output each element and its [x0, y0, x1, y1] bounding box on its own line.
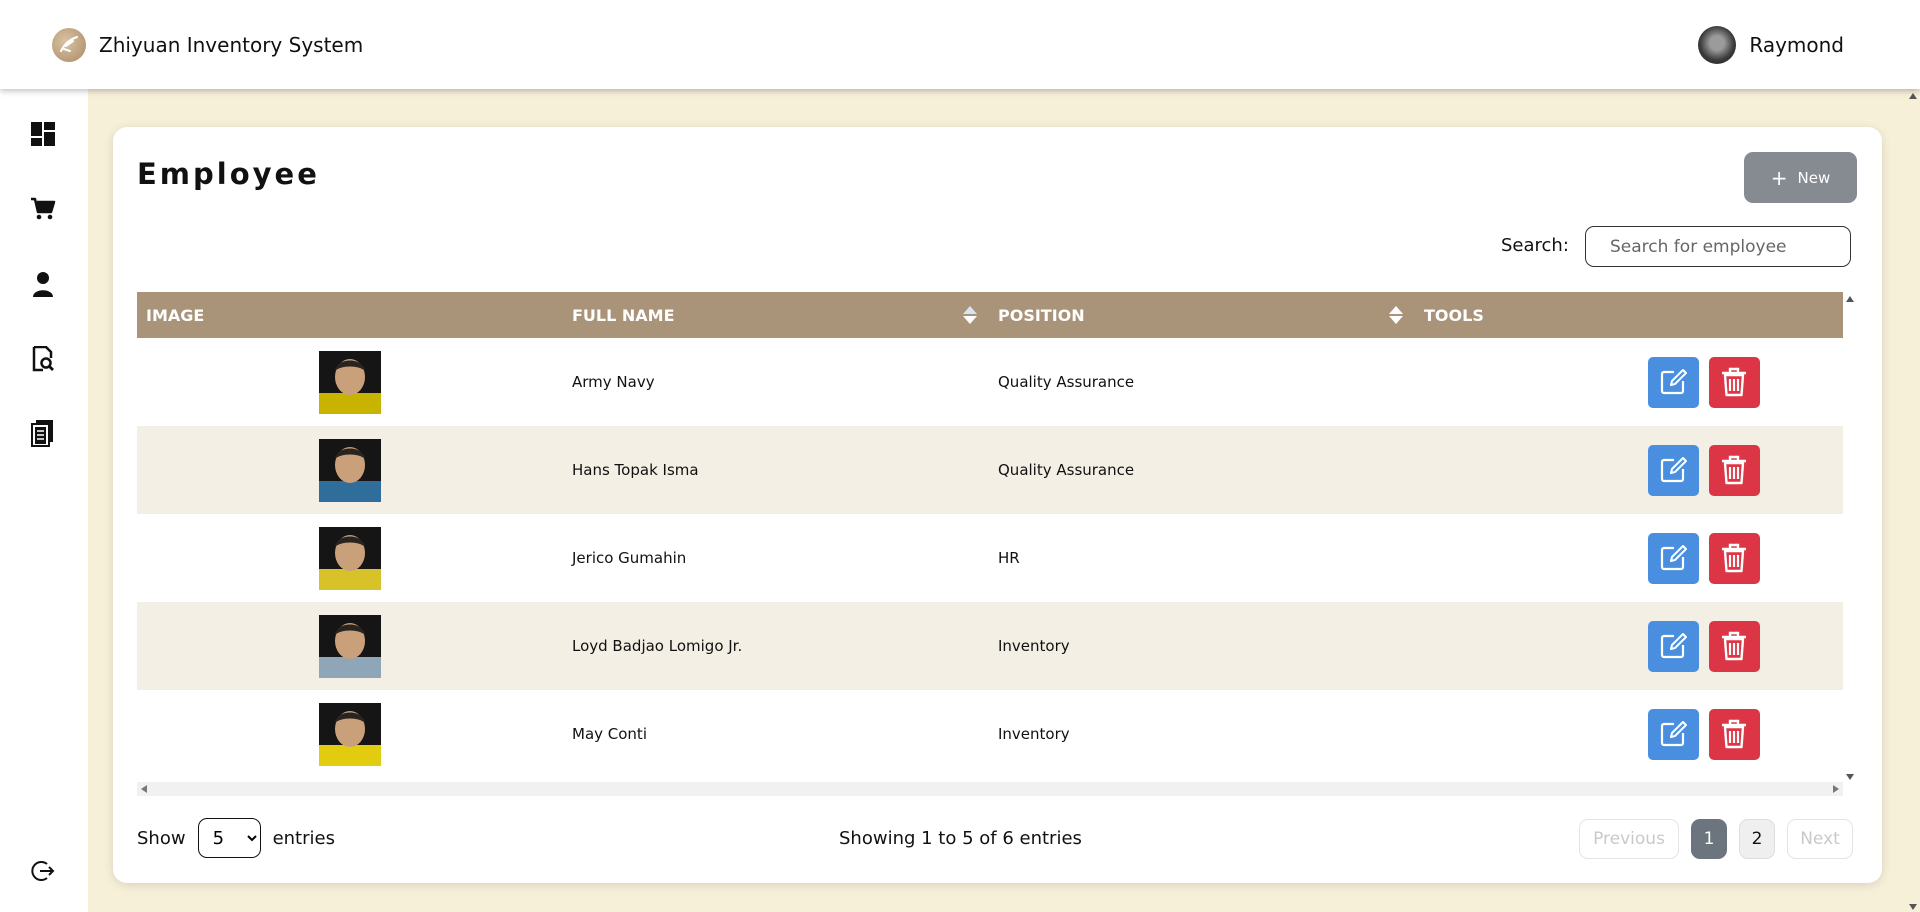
- search-input[interactable]: [1585, 226, 1851, 267]
- full-name-cell: Hans Topak Isma: [572, 461, 699, 479]
- page-scrollbar[interactable]: [1906, 89, 1920, 912]
- employee-card: Employee + New Search: IMAGE FULL NAME P…: [113, 127, 1882, 883]
- table-vertical-scrollbar[interactable]: [1843, 292, 1857, 782]
- employee-photo: [319, 526, 381, 590]
- table-horizontal-scrollbar[interactable]: [137, 782, 1843, 796]
- table-info: Showing 1 to 5 of 6 entries: [839, 828, 1082, 849]
- top-bar: Zhiyuan Inventory System Raymond: [0, 0, 1920, 89]
- delete-button[interactable]: [1708, 356, 1760, 408]
- edit-icon: [1660, 633, 1687, 659]
- avatar: [1698, 26, 1737, 64]
- scroll-up-arrow-icon[interactable]: [1846, 296, 1854, 302]
- documents-icon[interactable]: [29, 419, 57, 447]
- edit-button[interactable]: [1647, 708, 1699, 760]
- brand[interactable]: Zhiyuan Inventory System: [52, 28, 363, 62]
- full-name-cell: Jerico Gumahin: [572, 549, 687, 567]
- next-page-button[interactable]: Next: [1787, 819, 1853, 859]
- trash-icon: [1722, 719, 1746, 749]
- table-row: Jerico Gumahin HR: [137, 514, 1843, 602]
- delete-button[interactable]: [1708, 444, 1760, 496]
- column-header-full-name[interactable]: FULL NAME: [563, 292, 989, 338]
- tools-cell: [1415, 338, 1843, 426]
- scroll-right-arrow-icon[interactable]: [1833, 785, 1839, 793]
- show-label: Show: [137, 827, 186, 849]
- position-cell: HR: [998, 549, 1020, 567]
- cart-icon[interactable]: [29, 195, 57, 223]
- user-menu[interactable]: Raymond: [1698, 26, 1844, 64]
- page-2-button[interactable]: 2: [1739, 819, 1775, 859]
- new-employee-button[interactable]: + New: [1744, 152, 1857, 203]
- employee-table: IMAGE FULL NAME POSITION TOOLS Army Navy…: [137, 292, 1843, 778]
- search-label: Search:: [1501, 235, 1569, 256]
- app-title: Zhiyuan Inventory System: [99, 33, 364, 57]
- scroll-down-arrow-icon[interactable]: [1909, 904, 1917, 910]
- employee-photo: [319, 438, 381, 502]
- new-button-label: New: [1797, 168, 1831, 187]
- user-icon[interactable]: [29, 270, 57, 298]
- tools-cell: [1415, 514, 1843, 602]
- position-cell: Inventory: [998, 725, 1070, 743]
- edit-button[interactable]: [1647, 356, 1699, 408]
- position-cell: Inventory: [998, 637, 1070, 655]
- full-name-cell: May Conti: [572, 725, 647, 743]
- pagination: Previous 1 2 Next: [1579, 819, 1853, 859]
- image-cell: [137, 690, 563, 778]
- plus-icon: +: [1770, 165, 1788, 190]
- trash-icon: [1722, 455, 1746, 485]
- tools-cell: [1415, 690, 1843, 778]
- edit-icon: [1660, 369, 1687, 395]
- column-header-tools: TOOLS: [1424, 305, 1484, 325]
- trash-icon: [1722, 543, 1746, 573]
- entries-select[interactable]: 5: [197, 818, 261, 858]
- tools-cell: [1415, 426, 1843, 514]
- delete-button[interactable]: [1708, 532, 1760, 584]
- trash-icon: [1722, 367, 1746, 397]
- page-1-button[interactable]: 1: [1691, 819, 1727, 859]
- tools-cell: [1415, 602, 1843, 690]
- image-cell: [137, 602, 563, 690]
- full-name-cell: Loyd Badjao Lomigo Jr.: [572, 637, 743, 655]
- edit-icon: [1660, 545, 1687, 571]
- scroll-left-arrow-icon[interactable]: [141, 785, 147, 793]
- report-search-icon[interactable]: [29, 345, 57, 373]
- table-row: Loyd Badjao Lomigo Jr. Inventory: [137, 602, 1843, 690]
- table-row: May Conti Inventory: [137, 690, 1843, 778]
- entries-length-control: Show 5 entries: [137, 818, 335, 858]
- edit-icon: [1660, 721, 1687, 747]
- column-header-position[interactable]: POSITION: [989, 292, 1415, 338]
- previous-page-button[interactable]: Previous: [1579, 819, 1679, 859]
- edit-button[interactable]: [1647, 532, 1699, 584]
- image-cell: [137, 514, 563, 602]
- sort-icon[interactable]: [1389, 306, 1403, 324]
- table-row: Army Navy Quality Assurance: [137, 338, 1843, 426]
- delete-button[interactable]: [1708, 708, 1760, 760]
- employee-table-container: IMAGE FULL NAME POSITION TOOLS Army Navy…: [137, 292, 1843, 782]
- trash-icon: [1722, 631, 1746, 661]
- brand-logo-icon: [52, 28, 86, 62]
- image-cell: [137, 338, 563, 426]
- user-name: Raymond: [1749, 33, 1844, 57]
- scroll-up-arrow-icon[interactable]: [1909, 93, 1917, 99]
- position-cell: Quality Assurance: [998, 373, 1135, 391]
- employee-photo: [319, 350, 381, 414]
- image-cell: [137, 426, 563, 514]
- position-cell: Quality Assurance: [998, 461, 1135, 479]
- column-header-image: IMAGE: [146, 305, 205, 325]
- table-header-row: IMAGE FULL NAME POSITION TOOLS: [137, 292, 1843, 338]
- table-row: Hans Topak Isma Quality Assurance: [137, 426, 1843, 514]
- edit-button[interactable]: [1647, 620, 1699, 672]
- employee-photo: [319, 614, 381, 678]
- sort-icon[interactable]: [963, 306, 977, 324]
- sidebar: [0, 89, 88, 912]
- employee-photo: [319, 702, 381, 766]
- logout-icon[interactable]: [29, 857, 57, 885]
- edit-button[interactable]: [1647, 444, 1699, 496]
- dashboard-icon[interactable]: [29, 120, 57, 148]
- full-name-cell: Army Navy: [572, 373, 655, 391]
- entries-label: entries: [272, 827, 335, 849]
- edit-icon: [1660, 457, 1687, 483]
- page-title: Employee: [137, 157, 320, 191]
- delete-button[interactable]: [1708, 620, 1760, 672]
- scroll-down-arrow-icon[interactable]: [1846, 774, 1854, 780]
